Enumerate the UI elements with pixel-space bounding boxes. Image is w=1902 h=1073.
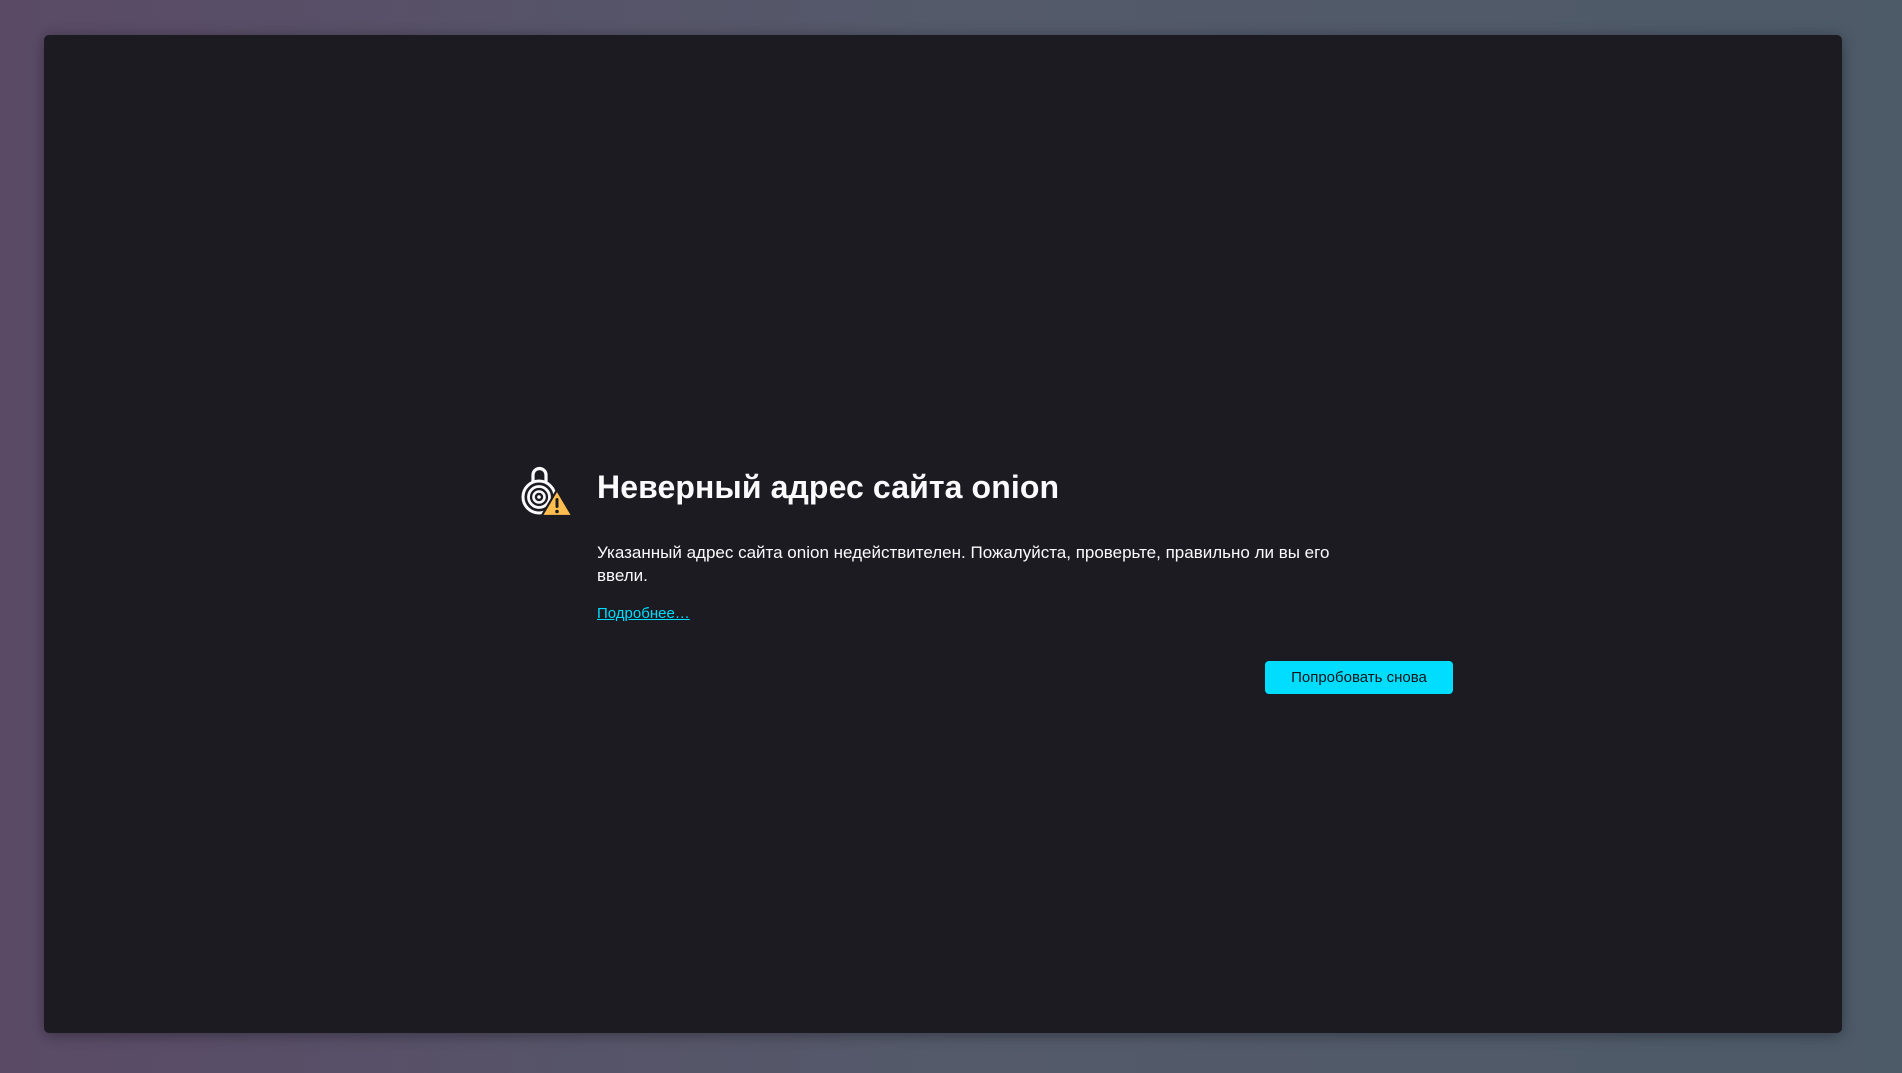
try-again-button[interactable]: Попробовать снова — [1265, 661, 1453, 694]
learn-more-link[interactable]: Подробнее… — [597, 605, 690, 622]
error-title: Неверный адрес сайта onion — [597, 469, 1060, 505]
error-body: Неверный адрес сайта onion Указанный адр… — [597, 459, 1453, 694]
error-description: Указанный адрес сайта onion недействител… — [597, 543, 1330, 585]
browser-content-area: Неверный адрес сайта onion Указанный адр… — [44, 35, 1842, 1033]
onion-lock-warning-icon — [518, 463, 574, 519]
